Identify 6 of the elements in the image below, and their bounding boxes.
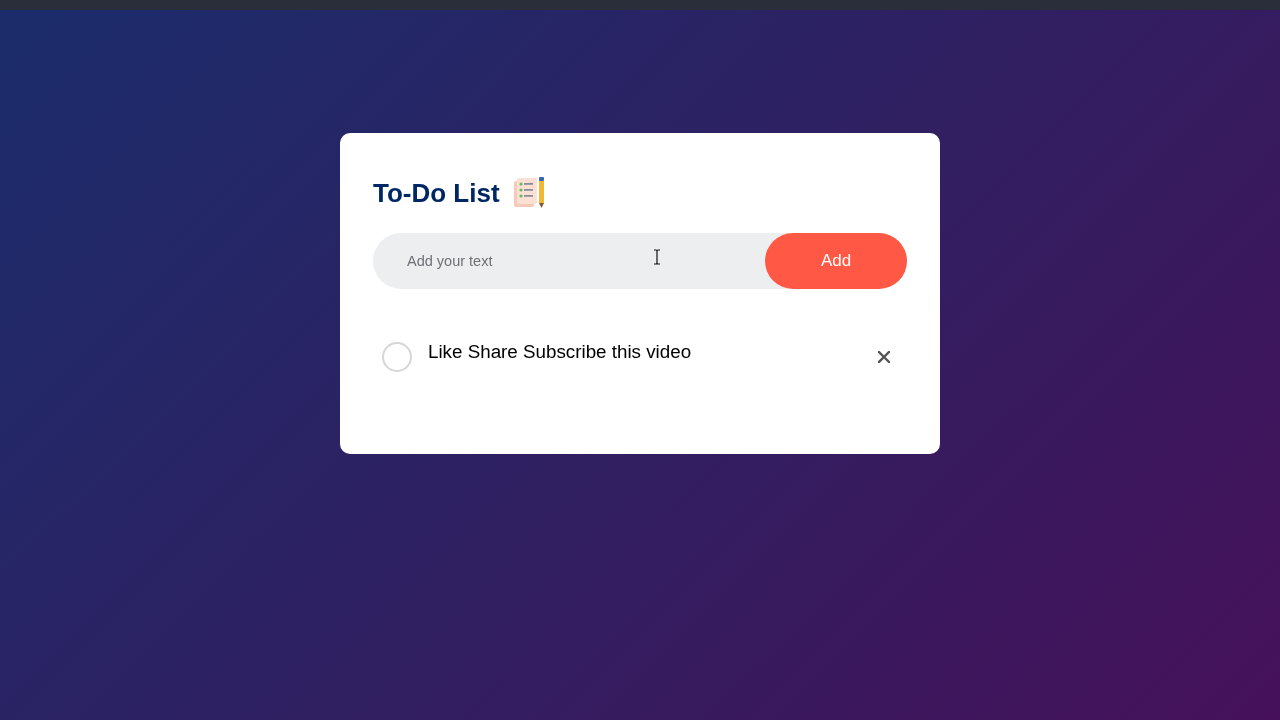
text-cursor-icon bbox=[653, 249, 661, 265]
notepad-pencil-icon bbox=[511, 177, 546, 209]
card-title: To-Do List bbox=[373, 177, 500, 209]
close-icon bbox=[878, 351, 890, 363]
checkbox-circle[interactable] bbox=[382, 342, 412, 372]
task-text: Like Share Subscribe this video bbox=[428, 341, 693, 363]
